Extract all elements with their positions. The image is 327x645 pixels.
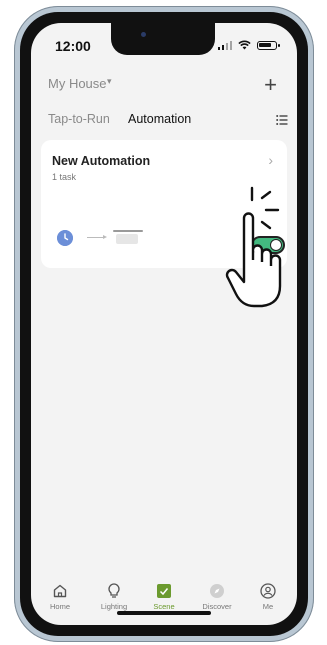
nav-item-home[interactable]: Home: [35, 583, 85, 611]
clock-icon: [57, 230, 73, 246]
signal-icon: [217, 40, 232, 50]
tab-tap-to-run[interactable]: Tap-to-Run: [48, 112, 110, 126]
battery-icon: [257, 40, 280, 50]
arrow-right-icon: [87, 235, 107, 239]
house-selector[interactable]: My House: [48, 76, 107, 91]
scene-check-icon: [157, 584, 171, 598]
app-screen: 12:00 My House ▾ + Tap-to-Run Automation…: [31, 23, 297, 625]
scene-tabs: Tap-to-Run Automation: [48, 112, 288, 132]
list-sort-icon[interactable]: [276, 114, 288, 126]
nav-label-lighting: Lighting: [100, 602, 128, 611]
status-time: 12:00: [55, 38, 91, 54]
nav-label-scene: Scene: [153, 602, 175, 611]
wifi-icon: [238, 40, 251, 50]
bulb-icon: [108, 583, 120, 598]
user-icon: [260, 583, 276, 599]
chevron-right-icon[interactable]: ›: [268, 152, 273, 168]
device-icon: [113, 230, 143, 244]
phone-frame: 12:00 My House ▾ + Tap-to-Run Automation…: [14, 6, 314, 642]
nav-item-scene[interactable]: Scene: [139, 583, 189, 611]
tap-gesture-hand-icon: [225, 186, 282, 308]
discover-icon: [210, 584, 224, 598]
caret-down-icon[interactable]: ▾: [107, 76, 112, 87]
tab-automation[interactable]: Automation: [128, 112, 191, 126]
automation-task-count: 1 task: [52, 172, 77, 182]
nav-label-discover: Discover: [202, 602, 232, 611]
notch: [111, 23, 215, 55]
add-icon[interactable]: +: [264, 72, 277, 98]
bottom-nav: Home Lighting Scene Discover Me: [31, 583, 297, 625]
home-icon: [53, 584, 67, 598]
app-header: My House ▾ +: [31, 72, 297, 100]
status-icons: [217, 40, 280, 50]
nav-item-lighting[interactable]: Lighting: [89, 583, 139, 611]
phone-bezel: 12:00 My House ▾ + Tap-to-Run Automation…: [20, 12, 308, 636]
nav-label-home: Home: [49, 602, 70, 611]
front-camera: [141, 32, 146, 37]
nav-label-me: Me: [262, 602, 274, 611]
automation-title: New Automation: [52, 154, 151, 168]
home-indicator: [117, 611, 211, 615]
nav-item-discover[interactable]: Discover: [192, 583, 242, 611]
nav-item-me[interactable]: Me: [243, 583, 293, 611]
